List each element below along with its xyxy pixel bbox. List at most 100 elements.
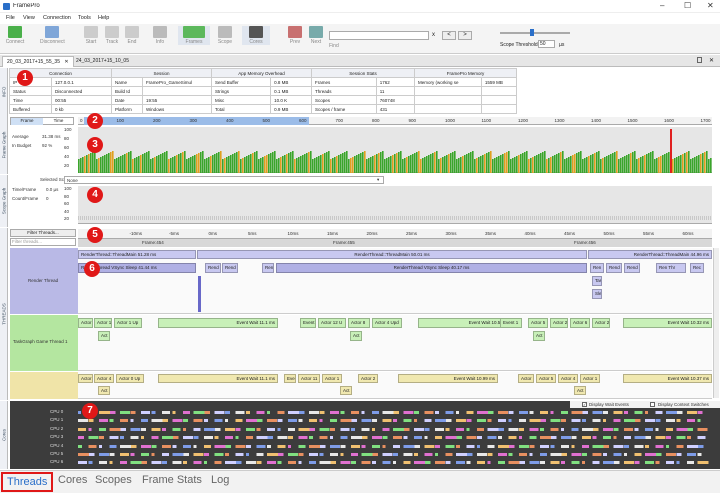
- next-button[interactable]: Next: [304, 26, 328, 45]
- session-tab-1[interactable]: 20_03_2017+15_55_35 ✕: [2, 56, 74, 67]
- selected-scope-dropdown[interactable]: None ▾: [64, 176, 384, 184]
- frame-ruler[interactable]: 0 100 200 300 400 500 600 700 800 900 1000 1100 1200…: [78, 117, 712, 125]
- tab-frame-stats[interactable]: Frame Stats: [142, 474, 202, 486]
- display-context-switches-checkbox[interactable]: [650, 402, 655, 407]
- game-actor12u-block[interactable]: Actor 12 U: [318, 318, 346, 328]
- game-event-wait-1[interactable]: Event Wait 11.1 ms: [158, 318, 278, 328]
- game-actor8-block[interactable]: Actor 8: [348, 318, 370, 328]
- menu-tools[interactable]: Tools: [78, 15, 91, 21]
- close-panel-icon[interactable]: ✕: [709, 57, 714, 64]
- time-mode-button[interactable]: Time: [43, 118, 74, 125]
- game-act-block-3[interactable]: Act: [533, 331, 545, 341]
- scope-graph-canvas[interactable]: [78, 186, 712, 224]
- frame-mode-button[interactable]: Frame: [11, 118, 43, 125]
- third-actor11-block[interactable]: Actor 11: [298, 374, 320, 383]
- threads-scrollbar[interactable]: [713, 248, 719, 398]
- frame-graph-canvas[interactable]: [78, 127, 712, 173]
- third-thread-label-box[interactable]: [10, 372, 78, 399]
- third-act-block-2[interactable]: Act: [340, 386, 352, 395]
- render-rend-block-3[interactable]: Rend: [606, 263, 622, 273]
- third-actor0up-block[interactable]: Actor 0 Up: [116, 374, 144, 383]
- time-ruler[interactable]: -15ms-10ms-5ms0ms5ms10ms15ms20ms25ms30ms…: [78, 229, 712, 239]
- minimize-button[interactable]: –: [660, 1, 664, 10]
- third-event-wait-3[interactable]: Event Wait 10.37 ms: [623, 374, 712, 383]
- filter-threads-input[interactable]: Filter threads...: [10, 238, 76, 246]
- connect-button[interactable]: Connect: [3, 26, 27, 45]
- menu-view[interactable]: View: [23, 15, 35, 21]
- game-event-block[interactable]: Event: [300, 318, 316, 328]
- render-vsync-block-2[interactable]: RenderThread VSync Sleep 40.17 ms: [276, 263, 587, 273]
- game-actor2-block[interactable]: Actor 2: [550, 318, 568, 328]
- cpu-lane[interactable]: [78, 427, 712, 431]
- game-actor2b-block[interactable]: Actor 2: [592, 318, 610, 328]
- render-rend-block-1[interactable]: Rend: [205, 263, 221, 273]
- render-ren-block-3[interactable]: Ren: [590, 263, 604, 273]
- slider-thumb[interactable]: [530, 29, 534, 36]
- render-ren-thr-block[interactable]: Ren Thr: [656, 263, 686, 273]
- close-tab-icon[interactable]: ✕: [64, 59, 68, 65]
- pin-icon[interactable]: [697, 57, 702, 63]
- cpu-lane[interactable]: [78, 436, 712, 440]
- render-task-block[interactable]: Task: [592, 276, 602, 286]
- render-thread-label-box[interactable]: Render Thread: [10, 248, 78, 314]
- game-act-block-2[interactable]: Act: [350, 331, 362, 341]
- maximize-button[interactable]: ☐: [684, 1, 691, 10]
- game-actor-block-1[interactable]: Actor: [78, 318, 93, 328]
- find-input[interactable]: [329, 31, 429, 40]
- third-event-wait-1[interactable]: Event Wait 11.1 ms: [158, 374, 278, 383]
- menu-connection[interactable]: Connection: [43, 15, 71, 21]
- close-button[interactable]: ✕: [707, 1, 714, 10]
- game-actor1-block[interactable]: Actor 1: [94, 318, 112, 328]
- game-event1-block[interactable]: Event 1: [500, 318, 522, 328]
- cpu-lane[interactable]: [78, 461, 712, 465]
- render-rec-block[interactable]: Rec: [690, 263, 704, 273]
- cpu-lane[interactable]: [78, 444, 712, 448]
- tab-cores[interactable]: Cores: [58, 474, 87, 486]
- cores-button[interactable]: Cores: [242, 26, 270, 45]
- third-eve-block[interactable]: Eve: [284, 374, 296, 383]
- game-actor5-block[interactable]: Actor 5: [528, 318, 548, 328]
- third-actor2-block[interactable]: Actor 2: [358, 374, 378, 383]
- third-actor-block[interactable]: Actor: [78, 374, 93, 383]
- frames-button[interactable]: Frames: [178, 26, 210, 45]
- tab-threads[interactable]: Threads: [1, 472, 54, 492]
- scope-threshold-slider[interactable]: [500, 32, 570, 34]
- render-main-block-1[interactable]: RenderThread::ThreadMain 51.28 ms: [78, 250, 196, 259]
- third-actor4-block[interactable]: Actor 4: [94, 374, 114, 383]
- menu-file[interactable]: File: [6, 15, 15, 21]
- disconnect-button[interactable]: Disconnect: [40, 26, 65, 45]
- third-actor5-block[interactable]: Actor 5: [536, 374, 556, 383]
- render-sleep-block[interactable]: Slee: [592, 289, 602, 299]
- render-main-block-2[interactable]: RenderThread::ThreadMain 50.01 ms: [197, 250, 587, 259]
- end-button[interactable]: End: [120, 26, 144, 45]
- find-next-button[interactable]: >: [458, 31, 472, 40]
- cpu-lane[interactable]: [78, 453, 712, 456]
- third-actor-block-2[interactable]: Actor: [518, 374, 534, 383]
- third-actor1-block[interactable]: Actor 1: [322, 374, 342, 383]
- third-act-block-3[interactable]: Act: [574, 386, 586, 395]
- render-rend-block-2[interactable]: Rend: [222, 263, 238, 273]
- display-wait-events-checkbox[interactable]: ✓: [582, 402, 587, 407]
- info-button[interactable]: Info: [148, 26, 172, 45]
- game-event-wait-2[interactable]: Event Wait 10.55 ms: [418, 318, 513, 328]
- menu-help[interactable]: Help: [98, 15, 109, 21]
- third-actor1b-block[interactable]: Actor 1: [580, 374, 600, 383]
- cpu-lane[interactable]: [78, 419, 712, 423]
- filter-threads-button[interactable]: Filter Threads...: [10, 229, 76, 237]
- tab-log[interactable]: Log: [211, 474, 229, 486]
- taskgraph-thread-label-box[interactable]: TaskGraph Game Thread 1: [10, 315, 78, 371]
- find-prev-button[interactable]: <: [442, 31, 456, 40]
- game-actor6-block[interactable]: Actor 6: [570, 318, 590, 328]
- session-tab-2[interactable]: 24_03_2017+15_10_05: [72, 56, 133, 67]
- render-rend-block-4[interactable]: Rend: [624, 263, 640, 273]
- cpu-lane[interactable]: [78, 411, 712, 414]
- render-main-block-3[interactable]: RenderThread::ThreadMain 44.96 ms: [588, 250, 712, 259]
- third-actor4b-block[interactable]: Actor 4: [558, 374, 578, 383]
- third-act-block-1[interactable]: Act: [98, 386, 110, 395]
- game-act-block-1[interactable]: Act: [98, 331, 110, 341]
- game-event-wait-3[interactable]: Event Wait 10.32 ms: [623, 318, 712, 328]
- tab-scopes[interactable]: Scopes: [95, 474, 132, 486]
- game-actor4upd-block[interactable]: Actor 4 Upd: [372, 318, 402, 328]
- game-actor1up-block[interactable]: Actor 1 Up: [114, 318, 142, 328]
- render-ren-block[interactable]: Ren: [262, 263, 274, 273]
